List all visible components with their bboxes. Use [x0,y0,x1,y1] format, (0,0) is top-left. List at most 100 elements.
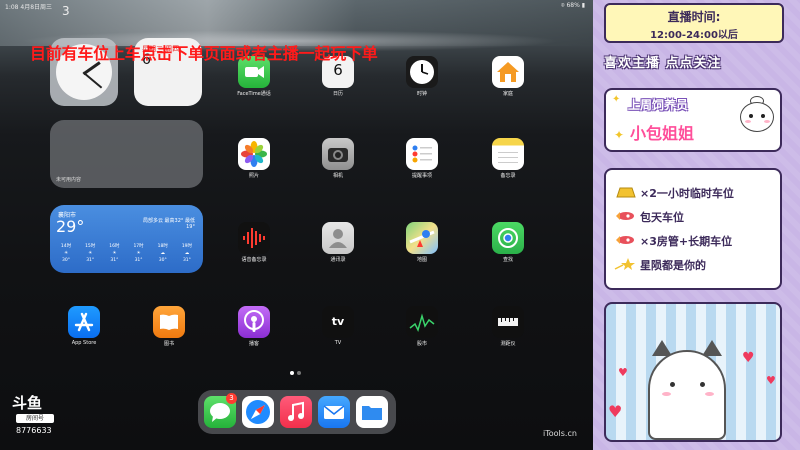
weather-forecast: 14时 ☀ 30° 15时 ☀ 31° 16时 ☀ 31° 17时 ☀ 31° 18时 ☁ 30° … [56,243,197,264]
weather-icon: ☀ [63,251,69,256]
gift-rewards-card: ×2一小时临时车位 包天车位 ×3房管+长期车位 星陨都是你的 [604,168,782,290]
photos-label: 照片 [248,173,259,179]
live-schedule-box: 直播时间: 12:00-24:00以后 [604,3,784,43]
music-app-icon[interactable] [280,396,312,428]
placeholder-widget[interactable]: 未可用内容 [50,120,203,188]
tv-glyph: tv [331,315,345,328]
forecast-item: 19时 ☁ 31° [177,243,197,264]
placeholder-widget-label: 未可用内容 [56,177,82,183]
weather-icon: ☀ [112,251,117,256]
weather-icon: ☁ [184,251,190,256]
heart-icon: ♥ [618,366,628,379]
podcasts-app-icon[interactable] [238,306,270,338]
gift-text: ×2一小时临时车位 [640,187,734,200]
reminders-label: 提醒事项 [411,173,432,179]
app-store-app-icon[interactable] [68,306,100,338]
gold-bar-icon [616,187,636,198]
voice-memos-app-icon[interactable] [238,222,270,254]
gift-row: 包天车位 [614,208,782,226]
camera-label: 相机 [332,173,343,179]
heart-icon: ♥ [766,374,776,387]
gift-text: ×3房管+长期车位 [640,235,733,248]
weather-widget[interactable]: 襄阳市 29° 局部多云 最高32° 最低19° 14时 ☀ 30° 15时 ☀ 31°… [50,205,203,273]
forecast-item: 15时 ☀ 31° [80,243,100,264]
gift-row: ×3房管+长期车位 [614,232,782,250]
top-sponsor-card: ✦ 上周饲养员 ✦ 小包姐姐 [604,88,782,152]
clock-label: 时钟 [416,91,427,97]
reminders-app-icon[interactable] [406,138,438,170]
podcasts-label: 播客 [248,341,259,347]
bun-mascot-icon [736,96,776,140]
forecast-item: 18时 ☁ 30° [153,243,173,264]
weather-temp: 29° [56,217,85,236]
notes-label: 备忘录 [500,173,516,179]
clock-app-icon[interactable] [406,56,438,88]
mail-app-icon[interactable] [318,396,350,428]
stocks-label: 股市 [416,341,427,347]
measure-label: 测距仪 [500,341,516,347]
stream-layout: 1:08 4月8日周三 ⌾ 68% ▮ 3 星期三 周四 6 未可用内容 襄阳市… [0,0,800,450]
page-dot [297,371,301,375]
weather-desc: 局部多云 最高32° 最低19° [142,218,195,230]
gift-text: 星陨都是你的 [640,259,706,272]
weather-icon: ☀ [88,251,93,256]
books-app-icon[interactable] [153,306,185,338]
live-time-hours: 12:00-24:00以后 [650,30,738,41]
gift-row: ×2一小时临时车位 [614,184,782,202]
sparkle-icon: ✦ [612,94,621,105]
photos-app-icon[interactable] [238,138,270,170]
room-number-tag: 房间号 [16,414,54,423]
stocks-app-icon[interactable] [406,306,438,338]
home-app-icon[interactable] [492,56,524,88]
ipad-screen: 1:08 4月8日周三 ⌾ 68% ▮ 3 星期三 周四 6 未可用内容 襄阳市… [0,0,593,450]
home-label: 家庭 [502,91,513,97]
page-indicator[interactable] [290,371,304,375]
live-time-title: 直播时间: [667,10,721,24]
sponsor-title: 上周饲养员 [628,98,689,112]
room-id: 8776633 [16,426,52,435]
find-my-app-icon[interactable] [492,222,524,254]
forecast-item: 14时 ☀ 30° [56,243,76,264]
cursor-text: 3 [62,4,70,18]
calendar-label: 日历 [332,91,343,97]
books-label: 图书 [163,341,174,347]
douyu-logo: 斗鱼 [12,394,43,412]
contacts-app-icon[interactable] [322,222,354,254]
cat-icon [648,350,726,440]
app-store-label: App Store [71,340,97,346]
slot-announcement: 目前有车位上车点击下单页面或者主播一起玩下单 [30,44,378,63]
weather-icon: ☁ [160,251,166,256]
follow-prompt: 喜欢主播 点点关注 [604,56,722,71]
forecast-item: 16时 ☀ 31° [104,243,124,264]
measure-app-icon[interactable] [492,306,524,338]
status-bar: 1:08 4月8日周三 ⌾ 68% ▮ [0,0,593,12]
maps-label: 地图 [416,257,427,263]
notes-app-icon[interactable] [492,138,524,170]
rocket-icon [616,212,634,220]
tv-app-icon[interactable]: tv [322,306,354,338]
files-app-icon[interactable] [356,396,388,428]
voice-memos-label: 语音备忘录 [241,257,267,263]
find-my-label: 查找 [502,257,513,263]
star-icon: ✦ [614,128,625,142]
weather-icon: ☀ [136,251,141,256]
maps-app-icon[interactable] [406,222,438,254]
forecast-item: 17时 ☀ 31° [129,243,149,264]
shooting-star-icon [614,258,635,270]
gift-text: 包天车位 [640,211,684,224]
itools-watermark: iTools.cn [543,429,577,438]
status-battery: ⌾ 68% ▮ [560,2,585,9]
gift-row: 星陨都是你的 [614,256,782,274]
tv-label: TV [334,340,342,346]
contacts-label: 通讯录 [330,257,346,263]
status-time: 1:08 4月8日周三 [5,4,53,11]
cat-illustration-card: ♥ ♥ ♥ ♥ [604,302,782,442]
page-dot-active [290,371,294,375]
sponsor-name: 小包姐姐 [630,124,695,143]
messages-badge: 3 [226,393,237,404]
safari-app-icon[interactable] [242,396,274,428]
heart-icon: ♥ [608,402,623,421]
rocket-icon [616,236,634,244]
clock-minute-hand [82,71,103,89]
camera-app-icon[interactable] [322,138,354,170]
